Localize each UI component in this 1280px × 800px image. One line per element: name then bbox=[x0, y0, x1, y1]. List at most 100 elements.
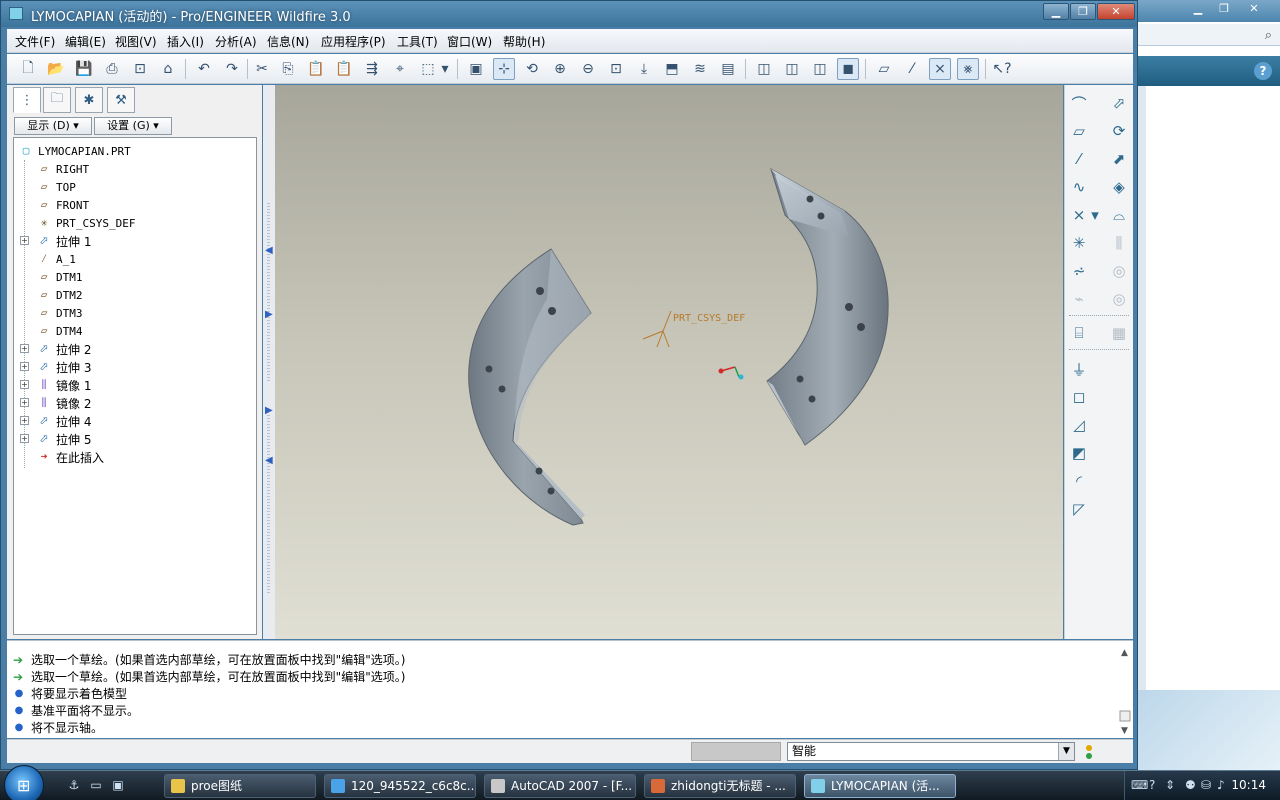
collapse-arrow-icon[interactable]: ◀ bbox=[265, 455, 273, 466]
sketched-curve-icon[interactable]: ⌒ bbox=[1067, 91, 1091, 115]
csys-glyph[interactable] bbox=[642, 310, 672, 348]
window-titlebar[interactable]: LYMOCAPIAN (活动的) - Pro/ENGINEER Wildfire… bbox=[1, 1, 1137, 27]
no-hidden-icon[interactable]: ◫ bbox=[809, 58, 831, 80]
repaint-icon[interactable]: ▣ bbox=[465, 58, 487, 80]
menu-applications[interactable]: 应用程序(P) bbox=[321, 33, 386, 50]
tree-item[interactable]: ➜ 在此插入 bbox=[36, 448, 104, 466]
draft-tool-icon[interactable]: ◩ bbox=[1067, 441, 1091, 465]
help-tray-icon[interactable]: ? bbox=[1149, 778, 1155, 792]
spin-center-icon[interactable]: ⊹ bbox=[493, 58, 515, 80]
point-dropdown-icon[interactable]: ▾ bbox=[1089, 203, 1101, 227]
start-button[interactable]: ⊞ bbox=[4, 765, 44, 800]
print-preview-icon[interactable]: ⊡ bbox=[129, 58, 151, 80]
revolve-tool-icon[interactable]: ⟳ bbox=[1107, 119, 1131, 143]
minimize-button[interactable]: ▁ bbox=[1043, 3, 1069, 20]
help-icon[interactable]: ? bbox=[1254, 62, 1272, 80]
cut-icon[interactable]: ✂ bbox=[251, 58, 273, 80]
shell-tool-icon[interactable]: ◻ bbox=[1067, 385, 1091, 409]
menu-analysis[interactable]: 分析(A) bbox=[215, 33, 257, 50]
user-icon[interactable]: ⚉ bbox=[1185, 778, 1196, 792]
menu-insert[interactable]: 插入(I) bbox=[167, 33, 204, 50]
tree-expand-icon[interactable]: + bbox=[20, 434, 29, 443]
tree-item[interactable]: ⬀ 拉伸 5 bbox=[36, 430, 91, 448]
bg-address-bar[interactable]: ⌕ bbox=[1138, 24, 1280, 46]
taskbar-button[interactable]: 120_945522_c6c8c... bbox=[324, 774, 476, 798]
chevron-down-icon[interactable]: ▼ bbox=[1058, 743, 1074, 760]
extrude-tool-icon[interactable]: ⬀ bbox=[1107, 91, 1131, 115]
tree-item[interactable]: ▱ DTM4 bbox=[36, 322, 83, 340]
display-menu-button[interactable]: 显示 (D) ▾ bbox=[14, 117, 92, 135]
tree-item[interactable]: ⫼ 镜像 1 bbox=[36, 376, 91, 394]
datum-planes-icon[interactable]: ▱ bbox=[873, 58, 895, 80]
tree-expand-icon[interactable]: + bbox=[20, 344, 29, 353]
expand-arrow-icon[interactable]: ▶ bbox=[265, 309, 273, 320]
csys-icon[interactable]: ⨳ bbox=[957, 58, 979, 80]
variable-sweep-icon[interactable]: ⬈ bbox=[1107, 147, 1131, 171]
undo-icon[interactable]: ↶ bbox=[193, 58, 215, 80]
datum-points-icon[interactable]: ⨯ bbox=[929, 58, 951, 80]
tree-expand-icon[interactable]: + bbox=[20, 236, 29, 245]
view-manager-icon[interactable]: ▤ bbox=[717, 58, 739, 80]
selection-filter[interactable]: 智能 ▼ bbox=[787, 742, 1075, 761]
analysis-tool-icon[interactable]: ⩫ bbox=[1067, 259, 1091, 283]
message-scrollbar[interactable]: ▲ ▼ bbox=[1119, 645, 1131, 735]
redo-icon[interactable]: ↷ bbox=[221, 58, 243, 80]
annotation-tool-icon[interactable]: ⌸ bbox=[1067, 321, 1091, 345]
open-icon[interactable]: 📂 bbox=[45, 58, 67, 80]
bg-maximize-icon[interactable]: ❐ bbox=[1212, 2, 1236, 16]
network-icon[interactable]: ⛁ bbox=[1201, 778, 1211, 792]
clock[interactable]: 10:14 bbox=[1231, 778, 1266, 792]
chamfer-tool-icon[interactable]: ◸ bbox=[1067, 497, 1091, 521]
orient-icon[interactable]: ⟲ bbox=[521, 58, 543, 80]
menu-info[interactable]: 信息(N) bbox=[267, 33, 309, 50]
tree-item[interactable]: ▱ TOP bbox=[36, 178, 76, 196]
axis-tool-icon[interactable]: ⁄ bbox=[1067, 147, 1091, 171]
datum-axes-icon[interactable]: ⁄ bbox=[901, 58, 923, 80]
context-help-icon[interactable]: ↖? bbox=[991, 58, 1013, 80]
right-brake-shoe[interactable] bbox=[766, 167, 889, 446]
settings-menu-button[interactable]: 设置 (G) ▾ bbox=[94, 117, 172, 135]
tree-item[interactable]: ⬀ 拉伸 1 bbox=[36, 232, 91, 250]
menu-edit[interactable]: 编辑(E) bbox=[65, 33, 106, 50]
menu-view[interactable]: 视图(V) bbox=[115, 33, 157, 50]
tree-item[interactable]: ⁄ A_1 bbox=[36, 250, 76, 268]
tree-item[interactable]: ⬀ 拉伸 4 bbox=[36, 412, 91, 430]
hole-tool-icon[interactable]: ⏚ bbox=[1067, 357, 1091, 381]
new-icon[interactable]: 🗋 bbox=[17, 58, 39, 80]
send-icon[interactable]: ⌂ bbox=[157, 58, 179, 80]
folder-browser-tab-icon[interactable]: 🗀 bbox=[43, 87, 71, 113]
zoom-out-icon[interactable]: ⊖ bbox=[577, 58, 599, 80]
curve-tool-icon[interactable]: ∿ bbox=[1067, 175, 1091, 199]
taskbar-button[interactable]: zhidongti无标题 - ... bbox=[644, 774, 796, 798]
regenerate-icon[interactable]: ⇶ bbox=[361, 58, 383, 80]
csys-tool-icon[interactable]: ✳ bbox=[1067, 231, 1091, 255]
round-tool-icon[interactable]: ◜ bbox=[1067, 469, 1091, 493]
tree-item[interactable]: ✳ PRT_CSYS_DEF bbox=[36, 214, 136, 232]
find-icon[interactable]: ⌖ bbox=[389, 58, 411, 80]
model-tree-tab-icon[interactable]: ⋮ bbox=[13, 87, 41, 113]
copy-icon[interactable]: ⎘ bbox=[277, 58, 299, 80]
graphics-window[interactable]: PRT_CSYS_DEF bbox=[275, 85, 1063, 639]
layers-icon[interactable]: ≋ bbox=[689, 58, 711, 80]
save-icon[interactable]: 💾 bbox=[73, 58, 95, 80]
splitter-grip[interactable] bbox=[267, 203, 270, 383]
mirror-tool-icon[interactable]: ⫼ bbox=[1107, 231, 1131, 255]
maximize-button[interactable]: ❐ bbox=[1070, 3, 1096, 20]
paste-special-icon[interactable]: 📋 bbox=[333, 58, 355, 80]
boundary-blend-icon[interactable]: ◈ bbox=[1107, 175, 1131, 199]
saved-views-icon[interactable]: ⬒ bbox=[661, 58, 683, 80]
tree-item[interactable]: ▱ DTM2 bbox=[36, 286, 83, 304]
taskbar-button[interactable]: LYMOCAPIAN (活... bbox=[804, 774, 956, 798]
tree-expand-icon[interactable]: + bbox=[20, 380, 29, 389]
rib-tool-icon[interactable]: ◿ bbox=[1067, 413, 1091, 437]
close-button[interactable]: ✕ bbox=[1097, 3, 1135, 20]
left-brake-shoe[interactable] bbox=[468, 248, 592, 526]
print-icon[interactable]: ⎙ bbox=[101, 58, 123, 80]
tray-menu-icon[interactable]: ⇕ bbox=[1165, 778, 1175, 792]
tree-item[interactable]: ⫼ 镜像 2 bbox=[36, 394, 91, 412]
tree-item[interactable]: ▱ DTM3 bbox=[36, 304, 83, 322]
reorient-icon[interactable]: ⤓ bbox=[633, 58, 655, 80]
bg-minimize-icon[interactable]: ▁ bbox=[1186, 2, 1210, 16]
menu-help[interactable]: 帮助(H) bbox=[503, 33, 545, 50]
offset-tool-icon[interactable]: ⌁ bbox=[1067, 287, 1091, 311]
